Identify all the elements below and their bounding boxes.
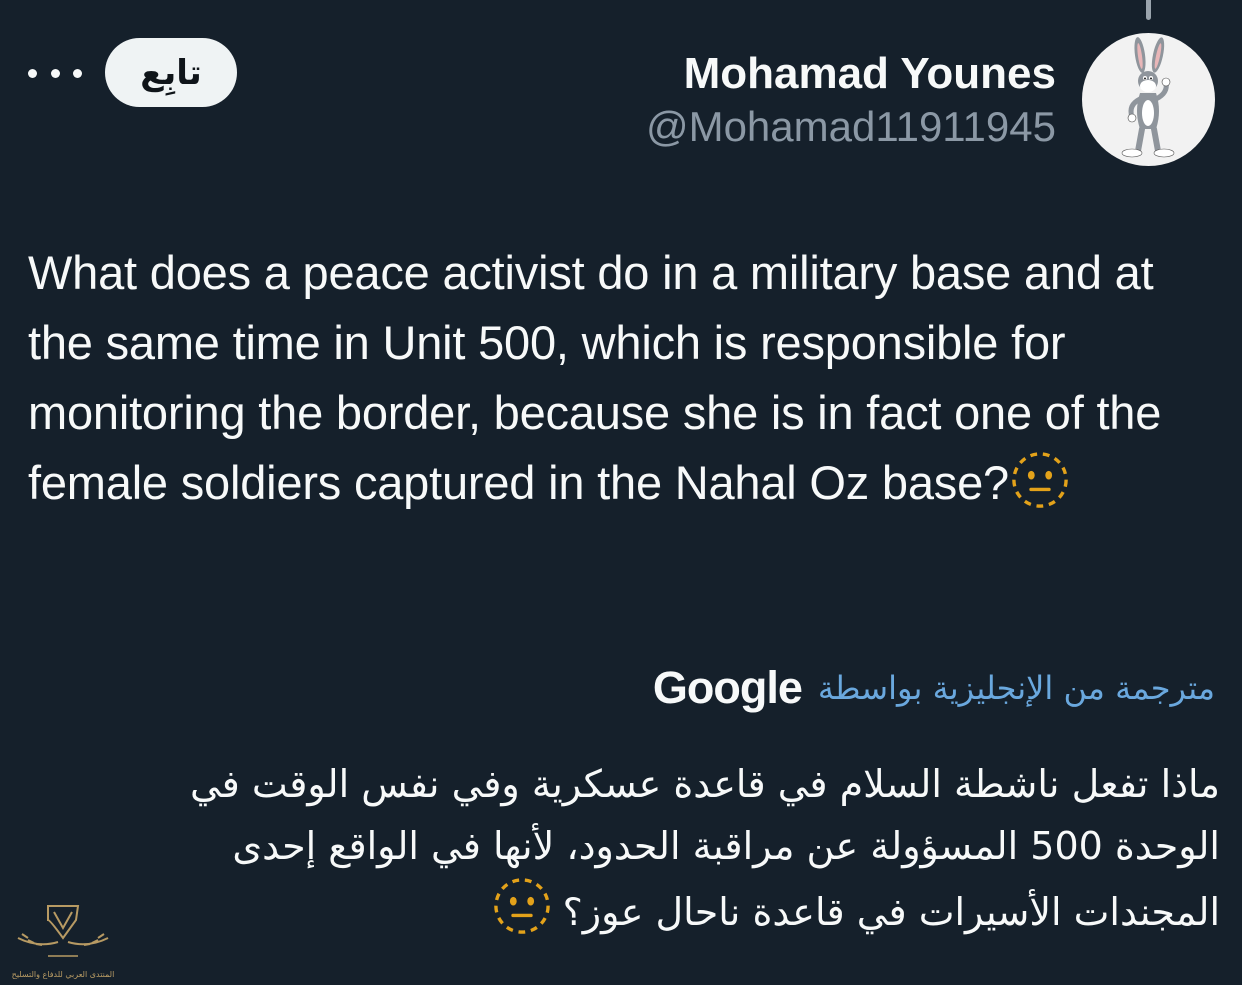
- more-horizontal-icon-dot: [73, 68, 82, 78]
- author-handle[interactable]: @Mohamad11911945: [646, 102, 1056, 152]
- google-logo: Google: [652, 662, 803, 713]
- more-options-button[interactable]: [28, 58, 82, 88]
- watermark-text: المنتدى العربي للدفاع والتسليح: [11, 970, 115, 979]
- translated-tweet-text: ماذا تفعل ناشطة السلام في قاعدة عسكرية و…: [190, 762, 1220, 934]
- translated-tweet-body: ماذا تفعل ناشطة السلام في قاعدة عسكرية و…: [130, 753, 1220, 943]
- watermark: المنتدى العربي للدفاع والتسليح: [8, 898, 118, 984]
- neutral-face-dotted-emoji-icon: [493, 878, 550, 934]
- author-display-name[interactable]: Mohamad Younes: [684, 48, 1056, 100]
- translated-by-label[interactable]: مترجمة من الإنجليزية بواسطة: [818, 669, 1215, 707]
- follow-button[interactable]: تابِع: [105, 38, 237, 107]
- tweet-body: What does a peace activist do in a milit…: [28, 238, 1228, 518]
- neutral-face-dotted-emoji-icon: [1012, 452, 1068, 508]
- more-horizontal-icon: [28, 68, 37, 78]
- thread-connector-line: [1146, 0, 1151, 20]
- forum-logo-icon: [17, 905, 109, 957]
- tweet-text: What does a peace activist do in a milit…: [28, 246, 1162, 509]
- more-horizontal-icon-dot: [50, 68, 60, 78]
- translation-header: Google مترجمة من الإنجليزية بواسطة: [653, 656, 1215, 720]
- avatar[interactable]: [1082, 33, 1215, 166]
- cartoon-rabbit-avatar-icon: [1121, 37, 1175, 158]
